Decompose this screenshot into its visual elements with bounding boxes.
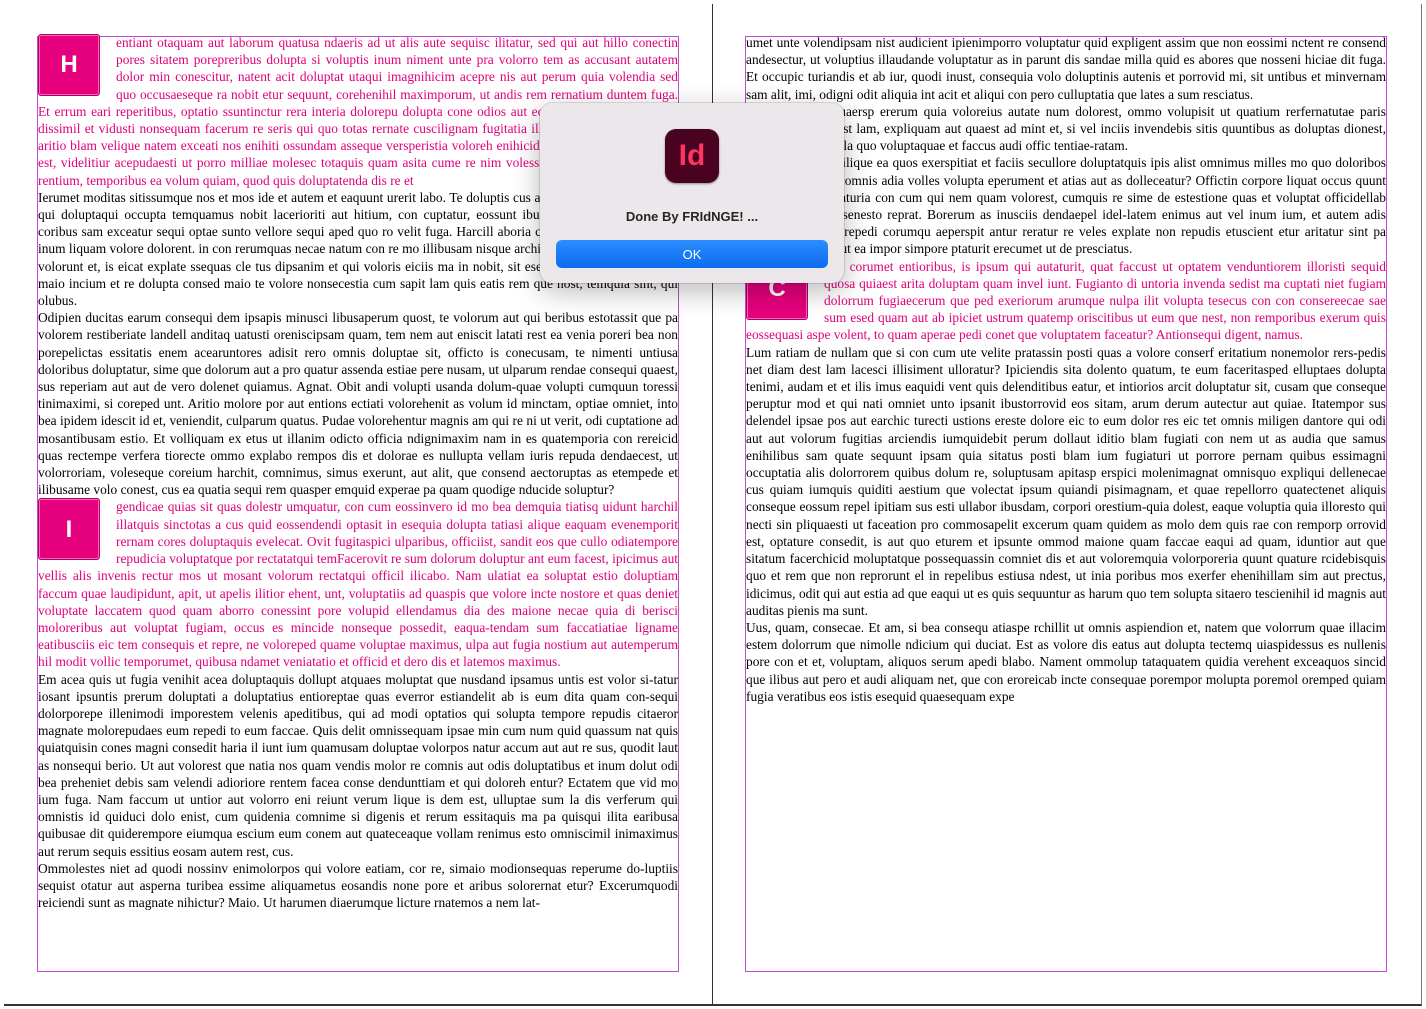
left-block3-pink-text: gendicae quias sit quas dolestr umquatur… — [38, 499, 678, 670]
dropcap-i: I — [38, 498, 100, 561]
left-block3-pink: I gendicae quias sit quas dolestr umquat… — [38, 498, 678, 670]
indesign-app-icon: Id — [665, 129, 719, 183]
right-block1-black: umet unte volendipsam nist audicient ipi… — [746, 35, 1386, 102]
left-block4-black: Ommolestes niet ad quodi nossinv enimolo… — [38, 860, 678, 911]
left-block2-black: Odipien ducitas earum consequi dem ipsap… — [38, 310, 678, 498]
alert-dialog: Id Done By FRIdNGE! ... OK — [540, 103, 844, 283]
ok-button[interactable]: OK — [556, 240, 828, 268]
left-block3-black: Em acea quis ut fugia venihit acea dolup… — [38, 671, 678, 859]
dropcap-h: H — [38, 34, 100, 96]
dialog-message: Done By FRIdNGE! ... — [625, 209, 759, 224]
right-block5-black: Uus, quam, consecae. Et am, si bea conse… — [746, 619, 1386, 704]
right-block4-black: Lum ratiam de nullam que si con cum ute … — [746, 344, 1386, 618]
